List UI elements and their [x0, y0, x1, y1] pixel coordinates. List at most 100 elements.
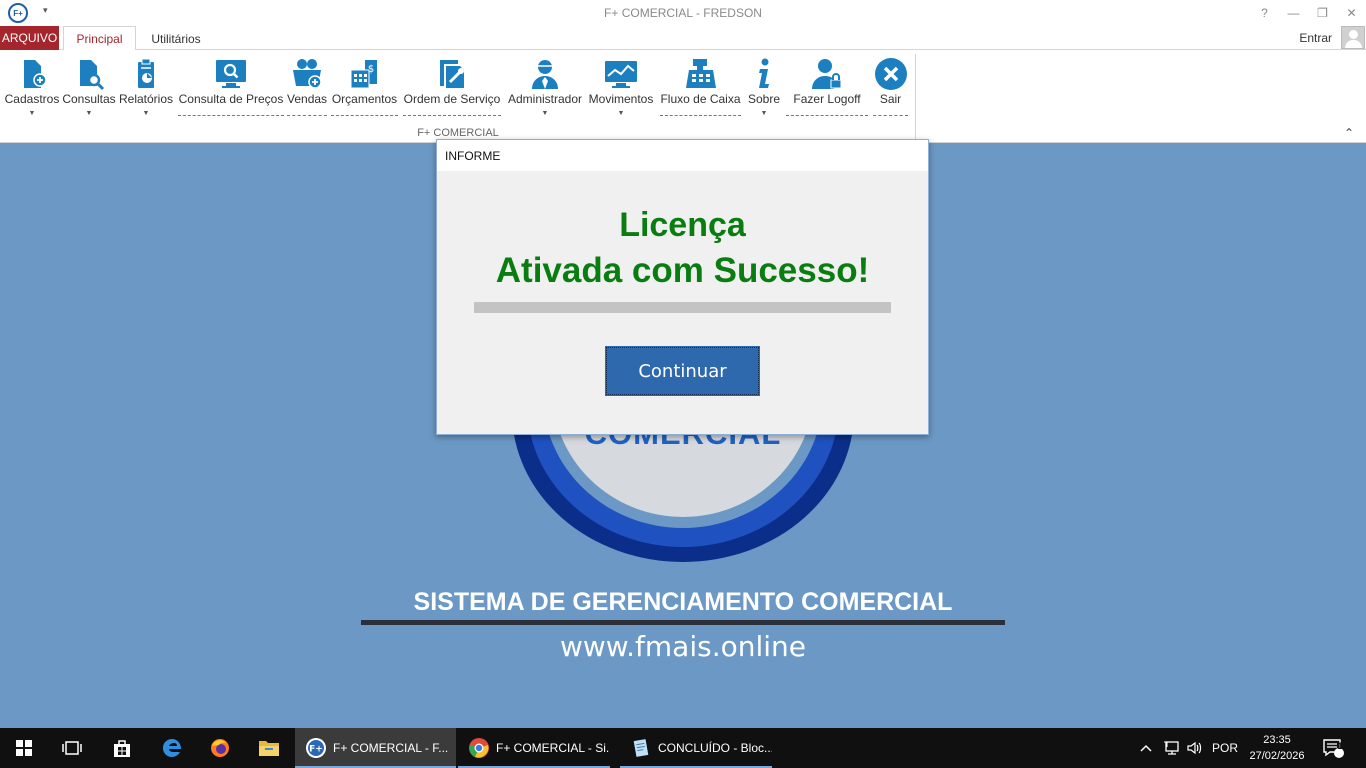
system-title-underline: [361, 620, 1005, 625]
file-explorer-button[interactable]: [245, 728, 293, 768]
progress-fill: [474, 302, 891, 313]
chevron-down-icon: ▼: [541, 110, 549, 117]
ribbon-dash: [331, 115, 398, 116]
help-button[interactable]: ?: [1250, 0, 1279, 25]
taskbar: F+ F+ COMERCIAL - F... F+ COMERCIAL - Si…: [0, 728, 1366, 768]
language-indicator[interactable]: POR: [1212, 728, 1238, 768]
orcamentos-button[interactable]: $ Orçamentos: [331, 54, 398, 126]
doc-search-icon: [80, 60, 105, 91]
tab-utilitarios[interactable]: Utilitários: [140, 26, 212, 51]
notepad-icon: [633, 739, 649, 757]
chevron-down-icon: ▼: [142, 110, 150, 117]
svg-text:F+: F+: [309, 745, 323, 755]
vendas-button[interactable]: Vendas: [287, 54, 327, 126]
clock[interactable]: 23:35 27/02/2026: [1245, 732, 1309, 764]
ribbon-tabs: ARQUIVO Principal Utilitários Entrar: [0, 25, 1366, 51]
orcamentos-label: Orçamentos: [331, 92, 398, 106]
ribbon-dash: [873, 115, 908, 116]
progress-bar: [474, 302, 891, 313]
folder-icon: [259, 741, 279, 756]
minimize-button[interactable]: —: [1279, 0, 1308, 25]
consulta-precos-button[interactable]: Consulta de Preços: [178, 54, 284, 126]
chart-monitor-icon: [605, 61, 637, 88]
sair-label: Sair: [879, 92, 902, 106]
cadastros-button[interactable]: Cadastros ▼: [3, 54, 61, 126]
service-order-icon: [440, 60, 464, 88]
license-message-line2: Ativada com Sucesso!: [495, 251, 870, 290]
consultas-button[interactable]: Consultas ▼: [61, 54, 117, 126]
notification-count: 1: [1337, 741, 1343, 751]
clock-time: 23:35: [1263, 734, 1291, 746]
consultas-label: Consultas: [62, 92, 116, 106]
close-button[interactable]: ✕: [1337, 0, 1366, 25]
window-title: F+ COMERCIAL - FREDSON: [604, 6, 762, 20]
tab-principal[interactable]: Principal: [63, 26, 136, 51]
network-icon: [1164, 741, 1179, 755]
fazer-logoff-label: Fazer Logoff: [793, 92, 861, 106]
fluxo-caixa-label: Fluxo de Caixa: [660, 92, 741, 106]
ordem-servico-label: Ordem de Serviço: [403, 92, 501, 106]
ribbon-dash: [403, 115, 501, 116]
movimentos-label: Movimentos: [588, 92, 654, 106]
price-monitor-icon: [216, 60, 246, 88]
taskbar-app-label: F+ COMERCIAL - F...: [333, 741, 449, 755]
store-icon: [114, 740, 130, 757]
start-button[interactable]: [0, 728, 48, 768]
fplus-app-icon: F+: [306, 738, 326, 758]
taskbar-app-chrome[interactable]: F+ COMERCIAL - Si...: [458, 728, 610, 768]
task-view-button[interactable]: [48, 728, 96, 768]
volume-tray-button[interactable]: [1186, 728, 1204, 768]
ribbon-dash: [287, 115, 327, 116]
license-message-line1: Licença: [619, 206, 746, 244]
administrador-button[interactable]: Administrador ▼: [505, 54, 585, 126]
tab-arquivo[interactable]: ARQUIVO: [0, 26, 59, 50]
edge-button[interactable]: [148, 728, 196, 768]
report-icon: [138, 58, 154, 88]
sobre-label: Sobre: [747, 92, 781, 106]
admin-user-icon: [532, 60, 558, 89]
website-url: www.fmais.online: [560, 630, 806, 663]
taskbar-app-fplus[interactable]: F+ F+ COMERCIAL - F...: [295, 728, 456, 768]
taskbar-app-notepad[interactable]: CONCLUÍDO - Bloc...: [620, 728, 772, 768]
action-center-button[interactable]: 1: [1322, 728, 1344, 768]
chevron-down-icon: ▼: [85, 110, 93, 117]
sobre-button[interactable]: Sobre ▼: [746, 54, 782, 126]
chevron-up-icon: [1140, 744, 1152, 752]
show-hidden-icons-button[interactable]: [1140, 728, 1152, 768]
close-circle-icon: [874, 58, 907, 90]
store-button[interactable]: [98, 728, 146, 768]
relatorios-label: Relatórios: [118, 92, 174, 106]
edge-icon: [162, 738, 181, 757]
ribbon-dash: [786, 115, 868, 116]
taskbar-app-label: CONCLUÍDO - Bloc...: [658, 741, 772, 755]
movimentos-button[interactable]: Movimentos ▼: [586, 54, 656, 126]
firefox-button[interactable]: [196, 728, 244, 768]
clock-date: 27/02/2026: [1249, 750, 1305, 762]
taskbar-app-label: F+ COMERCIAL - Si...: [496, 741, 610, 755]
fazer-logoff-button[interactable]: Fazer Logoff: [786, 54, 868, 126]
sign-in-link[interactable]: Entrar: [1299, 31, 1332, 45]
restore-button[interactable]: ❐: [1308, 0, 1337, 25]
chrome-icon: [469, 738, 489, 758]
system-title: SISTEMA DE GERENCIAMENTO COMERCIAL: [413, 588, 953, 616]
ribbon-group-separator: [915, 54, 916, 140]
calculator-icon: $: [350, 60, 377, 89]
title-bar: F+ ▾ F+ COMERCIAL - FREDSON ? — ❐ ✕: [0, 0, 1366, 25]
fluxo-caixa-button[interactable]: Fluxo de Caixa: [660, 54, 741, 126]
chevron-down-icon: ▼: [617, 110, 625, 117]
cash-register-icon: [685, 59, 716, 88]
collapse-ribbon-icon[interactable]: ⌃: [1344, 126, 1354, 140]
informe-dialog: INFORME Licença Ativada com Sucesso! Con…: [436, 139, 929, 435]
sair-button[interactable]: Sair: [873, 54, 908, 126]
continue-button[interactable]: Continuar: [605, 346, 760, 396]
task-view-icon: [62, 741, 82, 755]
relatorios-button[interactable]: Relatórios ▼: [118, 54, 174, 126]
ordem-servico-button[interactable]: Ordem de Serviço: [403, 54, 501, 126]
info-icon: [759, 58, 769, 88]
ribbon: Cadastros ▼ Consultas ▼ Relatórios ▼ Con…: [0, 50, 1366, 143]
user-avatar-icon[interactable]: [1341, 26, 1365, 49]
cadastros-label: Cadastros: [4, 92, 60, 106]
doc-add-icon: [24, 60, 47, 88]
network-tray-button[interactable]: [1163, 728, 1181, 768]
firefox-icon: [211, 739, 229, 757]
